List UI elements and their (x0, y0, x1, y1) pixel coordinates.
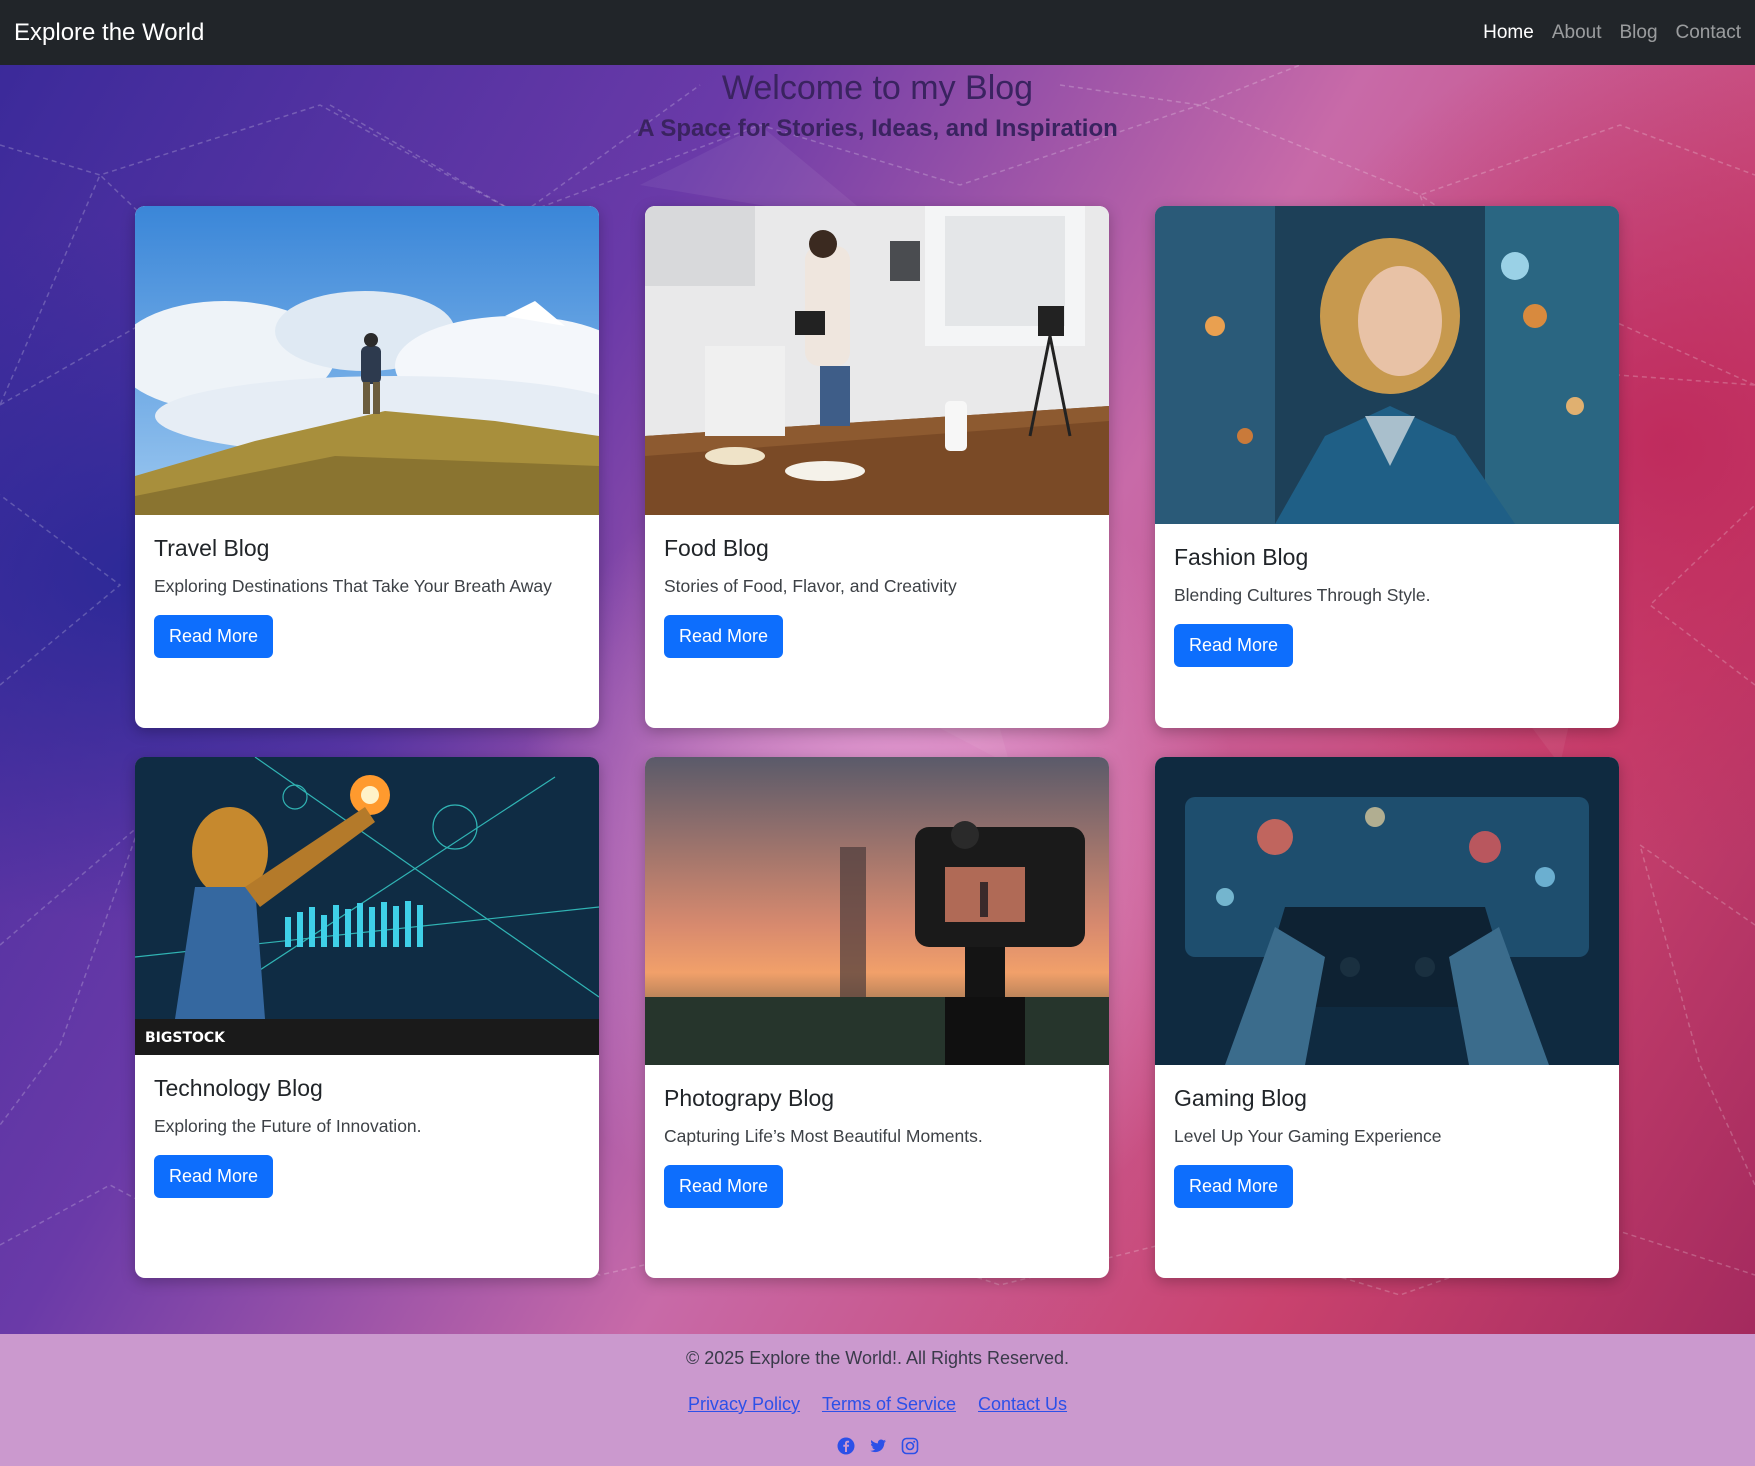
terms-of-service-link[interactable]: Terms of Service (822, 1394, 956, 1415)
navbar: Explore the World Home About Blog Contac… (0, 0, 1755, 65)
card-title: Food Blog (664, 535, 769, 561)
nav-about[interactable]: About (1543, 22, 1611, 44)
social-icons (0, 1437, 1755, 1455)
card-text: Blending Cultures Through Style. (1174, 585, 1431, 605)
page-subtitle: A Space for Stories, Ideas, and Inspirat… (637, 115, 1118, 142)
card-text: Exploring the Future of Innovation. (154, 1116, 422, 1136)
hero-section: Welcome to my Blog A Space for Stories, … (0, 65, 1755, 1334)
card-title: Fashion Blog (1174, 544, 1309, 570)
blog-card-gaming: Gaming Blog Level Up Your Gaming Experie… (1155, 757, 1619, 1278)
card-title: Photograpy Blog (664, 1085, 835, 1111)
blog-card-technology: BIGSTOCK Technology Blog Exploring the F… (135, 757, 599, 1278)
footer: © 2025 Explore the World!. All Rights Re… (0, 1334, 1755, 1466)
blog-card-photography: Photograpy Blog Capturing Life’s Most Be… (645, 757, 1109, 1278)
blog-card-fashion: Fashion Blog Blending Cultures Through S… (1155, 206, 1619, 728)
card-text: Capturing Life’s Most Beautiful Moments. (664, 1126, 983, 1146)
card-image-food (645, 206, 1109, 515)
card-image-technology: BIGSTOCK (135, 757, 599, 1055)
nav-home[interactable]: Home (1474, 22, 1543, 44)
card-title: Technology Blog (154, 1075, 323, 1101)
read-more-button-travel[interactable]: Read More (154, 615, 274, 658)
privacy-policy-link[interactable]: Privacy Policy (688, 1394, 800, 1415)
read-more-button-technology[interactable]: Read More (154, 1155, 274, 1198)
nav-blog[interactable]: Blog (1610, 22, 1666, 44)
card-image-travel (135, 206, 599, 515)
read-more-button-fashion[interactable]: Read More (1174, 624, 1294, 667)
read-more-button-gaming[interactable]: Read More (1174, 1165, 1294, 1208)
card-image-gaming (1155, 757, 1619, 1065)
copyright-text: © 2025 Explore the World!. All Rights Re… (685, 1348, 1070, 1368)
twitter-icon[interactable] (869, 1437, 887, 1455)
blog-card-travel: Travel Blog Exploring Destinations That … (135, 206, 599, 728)
nav-contact[interactable]: Contact (1667, 22, 1741, 44)
card-title: Gaming Blog (1174, 1085, 1307, 1111)
read-more-button-food[interactable]: Read More (664, 615, 784, 658)
card-text: Exploring Destinations That Take Your Br… (154, 576, 552, 596)
contact-us-link[interactable]: Contact Us (978, 1394, 1067, 1415)
card-text: Level Up Your Gaming Experience (1174, 1126, 1442, 1146)
nav-links: Home About Blog Contact (1474, 22, 1741, 44)
watermark-text: BIGSTOCK (145, 1030, 226, 1046)
brand-link[interactable]: Explore the World (14, 19, 204, 47)
footer-links: Privacy Policy Terms of Service Contact … (0, 1394, 1755, 1415)
page-title: Welcome to my Blog (721, 69, 1034, 107)
card-title: Travel Blog (154, 535, 270, 561)
read-more-button-photography[interactable]: Read More (664, 1165, 784, 1208)
card-image-fashion (1155, 206, 1619, 524)
card-text: Stories of Food, Flavor, and Creativity (664, 576, 957, 596)
facebook-icon[interactable] (837, 1437, 855, 1455)
instagram-icon[interactable] (901, 1437, 919, 1455)
card-image-photography (645, 757, 1109, 1065)
blog-card-food: Food Blog Stories of Food, Flavor, and C… (645, 206, 1109, 728)
